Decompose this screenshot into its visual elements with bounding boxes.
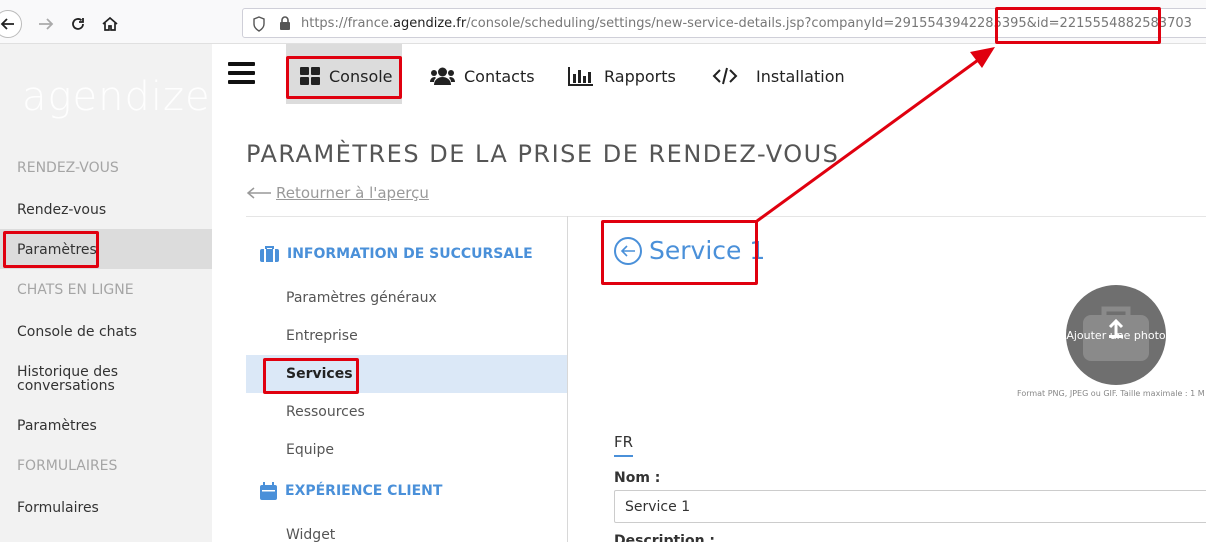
sidebar-item-chat-parametres[interactable]: Paramètres (17, 419, 97, 433)
annotation-box-url-id (995, 7, 1161, 44)
photo-format-hint: Format PNG, JPEG ou GIF. Taille maximale… (1017, 389, 1205, 398)
nav-installation[interactable]: Installation (712, 62, 845, 90)
annotation-box-parametres (3, 231, 99, 268)
description-label: Description : (614, 533, 716, 542)
nav-installation-label: Installation (756, 66, 845, 86)
menu-item-entreprise[interactable]: Entreprise (286, 328, 358, 344)
sidebar-item-console-de-chats[interactable]: Console de chats (17, 325, 137, 339)
back-to-overview-link[interactable]: Retourner à l'aperçu (246, 184, 429, 202)
arrow-left-icon (246, 187, 271, 199)
tab-language-fr[interactable]: FR (614, 433, 634, 457)
sidebar-heading-chats: CHATS EN LIGNE (17, 282, 134, 298)
sidebar-heading-rendez-vous: RENDEZ-VOUS (17, 160, 119, 176)
annotation-box-service-title (601, 220, 758, 285)
lock-icon[interactable] (279, 16, 291, 35)
annotation-box-services (263, 358, 359, 394)
bar-chart-icon (568, 67, 593, 86)
sidebar-item-rendez-vous[interactable]: Rendez-vous (17, 203, 106, 217)
back-link-label: Retourner à l'aperçu (276, 184, 429, 202)
menu-item-equipe[interactable]: Equipe (286, 442, 334, 458)
back-arrow-icon[interactable] (0, 10, 22, 38)
agendize-logo: agendize (22, 74, 211, 120)
sidebar-item-formulaires[interactable]: Formulaires (17, 501, 99, 515)
nav-rapports-label: Rapports (604, 66, 676, 86)
users-icon (430, 67, 455, 85)
section-experience-label: EXPÉRIENCE CLIENT (285, 483, 443, 499)
section-experience-client: EXPÉRIENCE CLIENT (260, 482, 442, 500)
hamburger-menu-icon[interactable] (228, 62, 255, 86)
code-icon (712, 67, 738, 85)
sidebar-item-historique[interactable]: Historique des conversations (17, 365, 137, 393)
section-information-label: INFORMATION DE SUCCURSALE (287, 246, 533, 262)
service-name-input[interactable] (614, 490, 1206, 523)
nav-contacts-label: Contacts (464, 66, 535, 86)
shield-icon[interactable] (252, 16, 266, 36)
nom-label: Nom : (614, 470, 661, 486)
menu-item-ressources[interactable]: Ressources (286, 404, 365, 420)
photo-upload-label: Ajouter une photo (1066, 329, 1166, 342)
panel-divider (567, 216, 568, 542)
nav-contacts[interactable]: Contacts (430, 62, 535, 90)
page-title: PARAMÈTRES DE LA PRISE DE RENDEZ-VOUS (246, 140, 840, 168)
menu-item-widget[interactable]: Widget (286, 527, 335, 542)
forward-arrow-icon[interactable] (34, 12, 58, 36)
menu-item-parametres-generaux[interactable]: Paramètres généraux (286, 290, 437, 306)
section-information-succursale: INFORMATION DE SUCCURSALE (260, 246, 533, 262)
nav-rapports[interactable]: Rapports (568, 62, 676, 90)
reload-icon[interactable] (66, 12, 90, 36)
home-icon[interactable] (98, 12, 122, 36)
briefcase-icon (260, 246, 279, 262)
sidebar-heading-formulaires: FORMULAIRES (17, 458, 118, 474)
annotation-box-console (286, 56, 402, 99)
calendar-icon (260, 482, 277, 500)
